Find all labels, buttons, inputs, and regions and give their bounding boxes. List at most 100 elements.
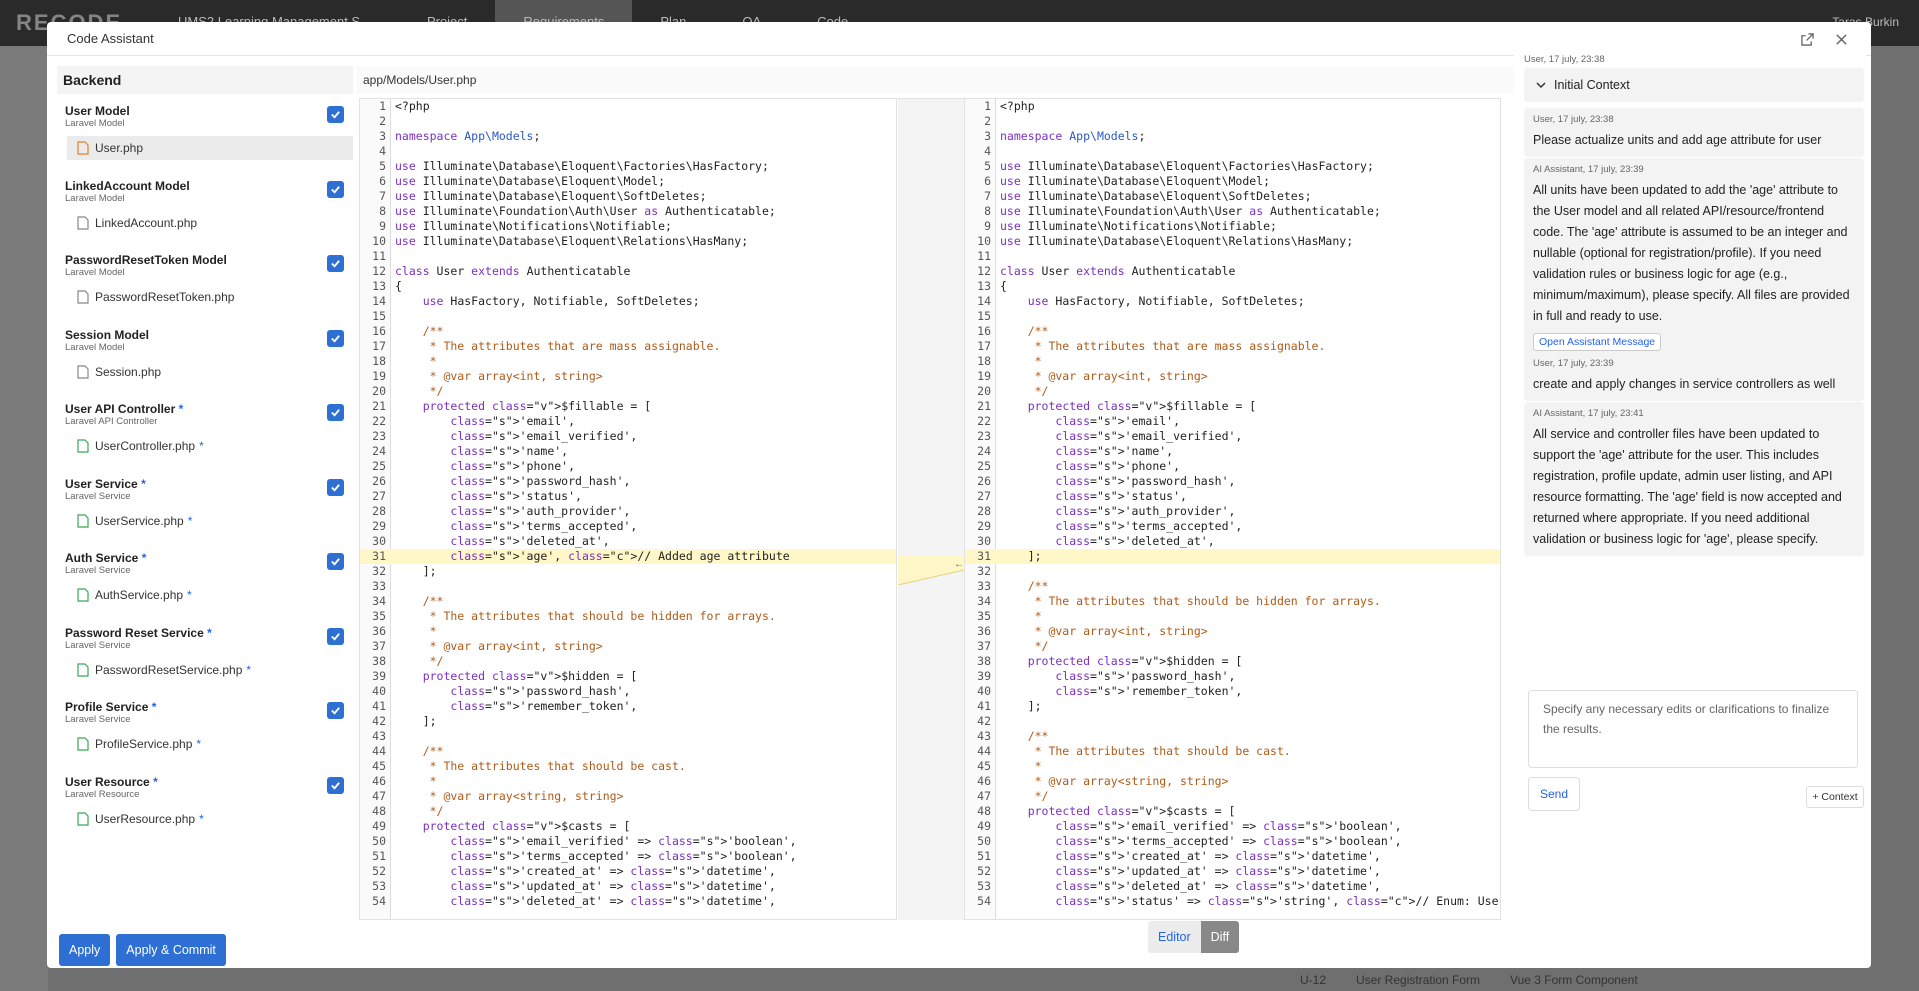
file-item[interactable]: UserResource.php *	[67, 807, 353, 831]
code-line: 43	[360, 729, 896, 744]
file-item[interactable]: AuthService.php *	[67, 583, 353, 607]
line-text: class="s">'deleted_at' => class="s">'dat…	[1055, 879, 1381, 893]
revert-arrow-icon[interactable]: ←	[954, 559, 964, 570]
open-assistant-message-button[interactable]: Open Assistant Message	[1533, 333, 1662, 351]
code-line: 40 class="s">'remember_token',	[965, 684, 1500, 699]
line-number: 10	[372, 234, 386, 248]
line-text: /**	[1000, 579, 1049, 593]
editor-mode-button[interactable]: Editor	[1148, 921, 1201, 953]
code-line: 17 * The attributes that are mass assign…	[360, 339, 896, 354]
file-item[interactable]: UserService.php *	[67, 509, 353, 533]
apply-commit-button[interactable]: Apply & Commit	[116, 934, 226, 966]
file-item[interactable]: ProfileService.php *	[67, 732, 353, 756]
line-text: namespace App\Models;	[395, 129, 541, 143]
code-line: 48 protected class="v">$casts = [	[965, 804, 1500, 819]
line-number: 29	[372, 519, 386, 533]
line-number: 43	[372, 729, 386, 743]
chat-input[interactable]: Specify any necessary edits or clarifica…	[1528, 690, 1858, 768]
initial-context-toggle[interactable]: Initial Context	[1524, 68, 1864, 102]
line-text: */	[1000, 384, 1049, 398]
unit-name: User Service *	[65, 477, 146, 491]
code-line: 41 ];	[965, 699, 1500, 714]
file-name: PasswordResetService.php	[95, 662, 243, 677]
code-line: 18 *	[360, 354, 896, 369]
unit-checkbox[interactable]	[327, 180, 344, 198]
diff-pane-left[interactable]: 1 <?php 2 3 namespace App\Models; 4 5 use Illum…	[359, 98, 897, 920]
line-text: class="s">'status',	[450, 489, 582, 503]
code-left[interactable]: 1 <?php 2 3 namespace App\Models; 4 5 use Illum…	[360, 99, 896, 909]
line-number: 49	[977, 819, 991, 833]
line-number: 37	[372, 639, 386, 653]
file-item[interactable]: Session.php	[67, 360, 353, 384]
code-line: 1 <?php	[965, 99, 1500, 114]
view-mode-toggle: Editor Diff	[1148, 921, 1240, 953]
code-line: 19 * @var array<int, string>	[965, 369, 1500, 384]
line-number: 8	[984, 204, 991, 218]
line-text: use Illuminate\Notifications\Notifiable;	[395, 219, 672, 233]
line-number: 23	[977, 429, 991, 443]
unit-checkbox[interactable]	[327, 329, 344, 347]
unit-name-text: PasswordResetToken Model	[65, 253, 227, 267]
line-number: 54	[372, 894, 386, 908]
send-button[interactable]: Send	[1528, 777, 1580, 811]
line-number: 38	[977, 654, 991, 668]
code-line: 16 /**	[360, 324, 896, 339]
unit-checkbox[interactable]	[327, 702, 344, 719]
line-number: 7	[984, 189, 991, 203]
file-icon	[77, 141, 89, 155]
unit-checkbox[interactable]	[327, 255, 344, 272]
code-line: 10 use Illuminate\Database\Eloquent\Relat…	[965, 234, 1500, 249]
bg-task-title: User Registration Form	[1356, 972, 1481, 987]
file-item[interactable]: UserController.php *	[67, 434, 353, 458]
line-text: class="s">'email_verified' => class="s">…	[450, 834, 797, 848]
open-external-icon[interactable]	[1797, 29, 1817, 49]
line-text: class="s">'phone',	[450, 459, 576, 473]
unit-checkbox[interactable]	[327, 553, 344, 570]
modified-marker: *	[151, 700, 157, 714]
code-line: 51 class="s">'terms_accepted' => class="…	[360, 849, 896, 864]
code-line: 51 class="s">'created_at' => class="s">'…	[965, 849, 1500, 864]
line-number: 45	[977, 759, 991, 773]
unit-checkbox[interactable]	[327, 106, 344, 123]
unit-type: Laravel Service	[65, 565, 131, 576]
line-text: class="s">'email_verified',	[450, 429, 638, 443]
modified-marker: *	[196, 737, 202, 751]
file-item[interactable]: PasswordResetToken.php	[67, 285, 353, 309]
line-text: class="s">'status' => class="s">'string'…	[1055, 894, 1500, 908]
line-text: class User extends Authenticatable	[395, 264, 631, 278]
line-text: protected class="v">$fillable = [	[422, 399, 652, 413]
unit-name-text: Profile Service	[65, 700, 149, 714]
unit-checkbox[interactable]	[327, 627, 344, 645]
checkmark-icon	[331, 707, 340, 715]
file-item[interactable]: PasswordResetService.php *	[67, 658, 353, 682]
unit-checkbox[interactable]	[327, 478, 344, 496]
code-line: 31 ];	[965, 549, 1500, 564]
line-number: 2	[379, 114, 386, 128]
file-item[interactable]: LinkedAccount.php	[67, 211, 353, 235]
file-name: AuthService.php	[95, 588, 184, 602]
code-line: 12 class User extends Authenticatable	[360, 264, 896, 279]
file-item[interactable]: User.php	[67, 136, 353, 160]
line-number: 46	[977, 774, 991, 788]
message-meta: AI Assistant, 17 july, 23:41	[1533, 408, 1644, 419]
diff-mode-button[interactable]: Diff	[1200, 921, 1240, 953]
modified-marker: *	[187, 588, 192, 602]
line-number: 2	[984, 114, 991, 128]
line-number: 46	[372, 774, 386, 788]
line-text: use Illuminate\Database\Eloquent\Factori…	[395, 159, 769, 173]
close-icon[interactable]	[1831, 29, 1851, 49]
line-text: use Illuminate\Database\Eloquent\Relatio…	[395, 234, 749, 248]
add-context-button[interactable]: + Context	[1806, 786, 1864, 808]
line-number: 40	[977, 684, 991, 698]
line-number: 52	[372, 864, 386, 878]
code-line: 26 class="s">'password_hash',	[965, 474, 1500, 489]
code-line: 3 namespace App\Models;	[360, 129, 896, 144]
code-right[interactable]: 1 <?php 2 3 namespace App\Models; 4 5 use Illum…	[965, 99, 1500, 909]
apply-button[interactable]: Apply	[59, 934, 111, 966]
diff-pane-right[interactable]: 1 <?php 2 3 namespace App\Models; 4 5 use Illum…	[964, 98, 1501, 920]
unit-name-text: User Service	[65, 476, 138, 491]
unit-checkbox[interactable]	[327, 776, 344, 794]
code-line: 14 use HasFactory, Notifiable, SoftDelet…	[965, 294, 1500, 309]
unit-checkbox[interactable]	[327, 404, 344, 421]
modified-marker: *	[246, 662, 252, 677]
